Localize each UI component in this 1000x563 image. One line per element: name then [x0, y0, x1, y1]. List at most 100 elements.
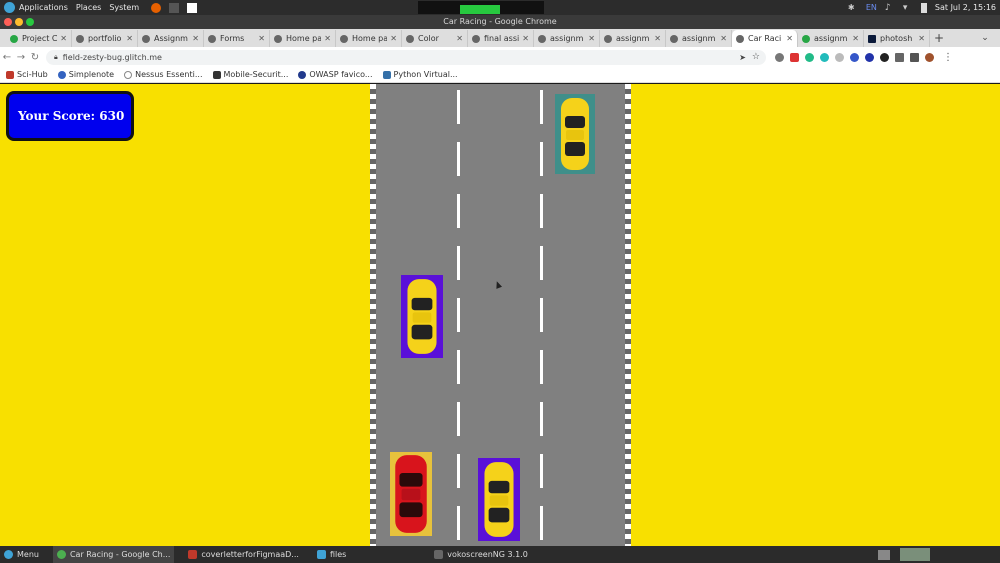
taskbar-item-chrome[interactable]: Car Racing - Google Ch... — [52, 546, 175, 563]
taskbar-item-files[interactable]: files — [313, 546, 350, 563]
road-edge-right — [625, 84, 631, 546]
bookmark-star-icon[interactable]: ☆ — [752, 52, 760, 62]
tab-favicon-icon — [274, 34, 282, 43]
battery-icon[interactable] — [920, 2, 927, 13]
tab-assignment-2[interactable]: assignm ✕ — [534, 30, 600, 47]
minimize-window-button[interactable] — [15, 18, 23, 26]
tab-close-icon[interactable]: ✕ — [918, 34, 925, 43]
extension-icon[interactable] — [790, 52, 799, 62]
system-monitor-graph — [418, 1, 544, 14]
extensions-puzzle-icon[interactable] — [895, 52, 904, 62]
folder-icon — [316, 550, 326, 559]
tab-close-icon[interactable]: ✕ — [588, 34, 595, 43]
bookmark-owasp[interactable]: OWASP favico... — [298, 70, 373, 79]
terminal-icon[interactable] — [169, 2, 180, 13]
back-icon[interactable]: ← — [0, 52, 14, 63]
tab-close-icon[interactable]: ✕ — [654, 34, 661, 43]
bookmark-python-virtual[interactable]: Python Virtual... — [382, 70, 458, 79]
tab-close-icon[interactable]: ✕ — [852, 34, 859, 43]
extension-icon[interactable] — [865, 52, 874, 62]
tab-home-1[interactable]: Home pa ✕ — [270, 30, 336, 47]
editor-icon[interactable] — [187, 2, 198, 13]
tab-close-icon[interactable]: ✕ — [60, 34, 67, 43]
menu-logo-icon — [4, 550, 13, 559]
tab-assignment-3[interactable]: assignm ✕ — [600, 30, 666, 47]
workspace-active-icon[interactable] — [900, 548, 930, 561]
tab-favicon-icon — [736, 34, 744, 43]
game-page: Your Score: 630 — [0, 84, 1000, 546]
tab-photoshop[interactable]: photosh ✕ — [864, 30, 930, 47]
lock-icon[interactable]: 🔒︎ — [54, 53, 58, 62]
extension-icon[interactable] — [775, 52, 784, 62]
bookmark-favicon-icon — [57, 70, 66, 79]
tab-favicon-icon — [472, 34, 480, 43]
tab-color[interactable]: Color ✕ — [402, 30, 468, 47]
tab-forms[interactable]: Forms ✕ — [204, 30, 270, 47]
maximize-window-button[interactable] — [26, 18, 34, 26]
network-icon[interactable]: ▾ — [903, 3, 913, 13]
bookmark-nessus[interactable]: Nessus Essenti... — [124, 70, 203, 79]
reload-icon[interactable]: ↻ — [28, 52, 42, 63]
road[interactable] — [370, 84, 631, 546]
extension-icon[interactable] — [835, 52, 844, 62]
firefox-icon[interactable] — [151, 2, 162, 13]
bookmark-scihub[interactable]: Sci-Hub — [6, 70, 48, 79]
tab-close-icon[interactable]: ✕ — [324, 34, 331, 43]
menu-places[interactable]: Places — [76, 3, 101, 12]
close-window-button[interactable] — [4, 18, 12, 26]
bookmark-simplenote[interactable]: Simplenote — [57, 70, 114, 79]
extension-icon[interactable] — [850, 52, 859, 62]
tab-close-icon[interactable]: ✕ — [192, 34, 199, 43]
tab-close-icon[interactable]: ✕ — [786, 34, 793, 43]
tab-close-icon[interactable]: ✕ — [456, 34, 463, 43]
keyboard-layout[interactable]: EN — [866, 3, 877, 12]
player-car[interactable] — [390, 452, 432, 536]
send-icon[interactable]: ➤ — [739, 53, 746, 62]
taskbar-item-document[interactable]: coverletterforFigmaaD... — [184, 546, 303, 563]
tab-close-icon[interactable]: ✕ — [390, 34, 397, 43]
volume-icon[interactable]: ♪ — [885, 3, 895, 13]
tab-close-icon[interactable]: ✕ — [720, 34, 727, 43]
tab-strip: Project C ✕ portfolio ✕ Assignm ✕ Forms ✕ Ho… — [0, 29, 1000, 47]
tab-assignment-5[interactable]: assignm ✕ — [798, 30, 864, 47]
forward-icon[interactable]: → — [14, 52, 28, 63]
tab-close-icon[interactable]: ✕ — [258, 34, 265, 43]
start-menu-button[interactable]: Menu — [0, 546, 43, 563]
os-logo-icon[interactable] — [4, 2, 15, 13]
menu-applications[interactable]: Applications — [19, 3, 68, 12]
lane-marking — [540, 90, 543, 546]
tab-search-icon[interactable]: ⌄ — [978, 30, 992, 47]
side-panel-icon[interactable] — [910, 52, 919, 62]
workspace-switcher[interactable] — [878, 548, 1000, 561]
tab-home-2[interactable]: Home pa ✕ — [336, 30, 402, 47]
new-tab-button[interactable]: + — [930, 30, 948, 47]
url-text: field-zesty-bug.glitch.me — [62, 52, 162, 62]
chrome-icon — [56, 550, 66, 559]
taskbar: Menu Car Racing - Google Ch... coverlett… — [0, 546, 1000, 563]
tab-favicon-icon — [142, 34, 150, 43]
extension-icon[interactable] — [820, 52, 829, 62]
extension-icon[interactable] — [880, 52, 889, 62]
tab-close-icon[interactable]: ✕ — [126, 34, 133, 43]
clock[interactable]: Sat Jul 2, 15:16 — [935, 3, 996, 12]
tab-portfolio[interactable]: portfolio ✕ — [72, 30, 138, 47]
bookmark-mobile-security[interactable]: Mobile-Securit... — [212, 70, 288, 79]
extension-icon[interactable] — [805, 52, 814, 62]
tab-favicon-icon — [406, 34, 414, 43]
tab-final-assignment[interactable]: final assi ✕ — [468, 30, 534, 47]
tab-assignment-4[interactable]: assignm ✕ — [666, 30, 732, 47]
taskbar-item-vokoscreen[interactable]: vokoscreenNG 3.1.0 — [430, 546, 532, 563]
bluetooth-icon[interactable]: ✱ — [848, 3, 858, 13]
profile-avatar-icon[interactable] — [925, 52, 934, 62]
workspace-icon[interactable] — [878, 549, 890, 560]
tab-close-icon[interactable]: ✕ — [522, 34, 529, 43]
menu-kebab-icon[interactable]: ⋮ — [943, 52, 953, 63]
tab-car-racing[interactable]: Car Raci ✕ — [732, 30, 798, 47]
url-input[interactable]: 🔒︎ field-zesty-bug.glitch.me ➤ ☆ — [46, 49, 766, 65]
tab-project[interactable]: Project C ✕ — [6, 30, 72, 47]
tab-favicon-icon — [208, 34, 216, 43]
enemy-car — [401, 275, 443, 358]
menu-system[interactable]: System — [109, 3, 139, 12]
tab-assignment-1[interactable]: Assignm ✕ — [138, 30, 204, 47]
tab-favicon-icon — [538, 34, 546, 43]
